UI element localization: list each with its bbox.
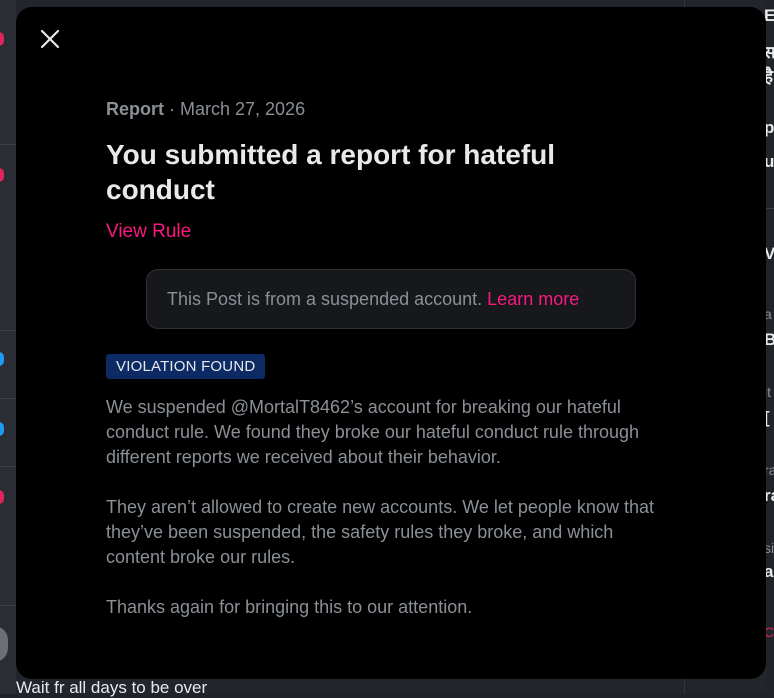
- report-paragraph: They aren’t allowed to create new accoun…: [106, 497, 654, 567]
- report-title: You submitted a report for hateful condu…: [106, 139, 556, 205]
- row-divider: [0, 605, 16, 606]
- like-icon[interactable]: [0, 490, 4, 504]
- report-content: Report · March 27, 2026 You submitted a …: [106, 99, 686, 620]
- row-divider: [0, 398, 16, 399]
- learn-more-link[interactable]: Learn more: [487, 289, 579, 310]
- status-badge: VIOLATION FOUND: [106, 354, 266, 379]
- like-icon[interactable]: [0, 32, 4, 46]
- row-divider: [0, 144, 16, 145]
- row-divider: [0, 466, 16, 467]
- avatar[interactable]: [0, 626, 8, 662]
- report-modal: Report · March 27, 2026 You submitted a …: [16, 7, 766, 679]
- report-paragraph: Thanks again for bringing this to our at…: [106, 597, 473, 617]
- report-kind: Report: [106, 99, 164, 119]
- timeline-edge: [0, 0, 16, 694]
- report-date: March 27, 2026: [180, 99, 306, 119]
- reply-icon[interactable]: [0, 422, 4, 436]
- suspended-notice: This Post is from a suspended account. L…: [146, 269, 636, 329]
- notice-text: This Post is from a suspended account.: [167, 288, 483, 309]
- close-icon: [40, 29, 60, 49]
- meta-separator: ·: [164, 99, 180, 119]
- post-text: Wait fr all days to be over: [16, 678, 208, 697]
- row-divider: [0, 330, 16, 331]
- like-icon[interactable]: [0, 168, 4, 182]
- report-meta: Report · March 27, 2026: [106, 99, 686, 123]
- view-rule-link[interactable]: View Rule: [106, 221, 191, 243]
- reply-icon[interactable]: [0, 352, 4, 366]
- report-paragraph: We suspended @MortalT8462’s account for …: [106, 397, 640, 467]
- close-button[interactable]: [36, 25, 64, 53]
